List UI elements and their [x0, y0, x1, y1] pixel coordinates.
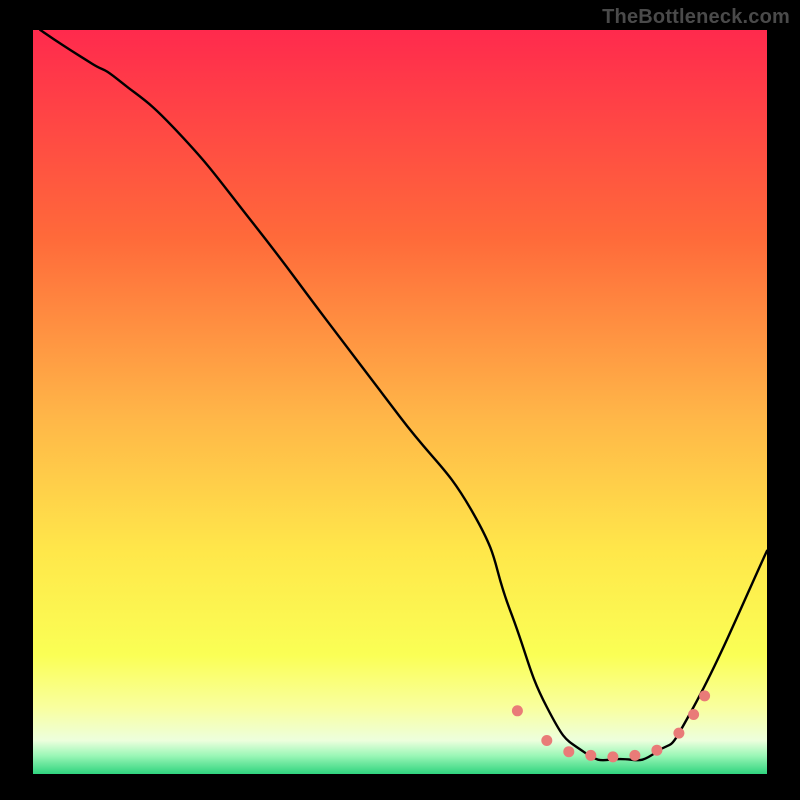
- marker-dot: [688, 709, 699, 720]
- marker-dot: [585, 750, 596, 761]
- chart-svg: [33, 30, 767, 774]
- marker-dot: [651, 745, 662, 756]
- marker-dot: [563, 746, 574, 757]
- marker-dot: [629, 750, 640, 761]
- marker-dot: [512, 705, 523, 716]
- plot-area: [33, 30, 767, 774]
- marker-dot: [699, 690, 710, 701]
- chart-frame: TheBottleneck.com: [0, 0, 800, 800]
- gradient-bg: [33, 30, 767, 774]
- marker-dot: [607, 751, 618, 762]
- marker-dot: [673, 728, 684, 739]
- marker-dot: [541, 735, 552, 746]
- watermark-text: TheBottleneck.com: [602, 6, 790, 29]
